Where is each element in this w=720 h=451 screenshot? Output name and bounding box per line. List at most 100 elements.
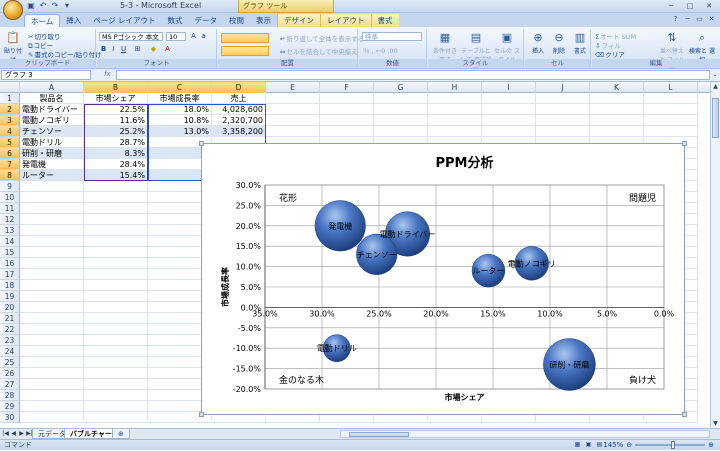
cell[interactable] bbox=[20, 401, 84, 412]
name-box[interactable]: グラフ 3 bbox=[1, 70, 91, 80]
column-header[interactable]: G bbox=[374, 82, 428, 93]
cell[interactable]: 3,358,200 bbox=[212, 126, 266, 137]
cell[interactable]: 10.8% bbox=[148, 115, 212, 126]
grow-font-icon[interactable]: A bbox=[189, 32, 198, 41]
row-header[interactable]: 11 bbox=[0, 203, 20, 214]
cell[interactable] bbox=[428, 93, 482, 104]
ribbon-minimize-icon[interactable]: ─ bbox=[683, 15, 692, 24]
cell[interactable] bbox=[84, 181, 148, 192]
column-header[interactable]: L bbox=[644, 82, 698, 93]
format-cells-button[interactable]: ▥ 書式 bbox=[569, 31, 591, 55]
cell[interactable] bbox=[84, 357, 148, 368]
column-header[interactable]: B bbox=[84, 82, 148, 93]
column-header[interactable]: A bbox=[20, 82, 84, 93]
cell[interactable] bbox=[266, 93, 320, 104]
cell[interactable] bbox=[536, 126, 590, 137]
cell[interactable]: 22.5% bbox=[84, 104, 148, 115]
horizontal-scrollbar[interactable] bbox=[340, 430, 710, 438]
cell[interactable]: 28.7% bbox=[84, 137, 148, 148]
cell[interactable] bbox=[590, 93, 644, 104]
cell[interactable] bbox=[20, 335, 84, 346]
cell[interactable] bbox=[320, 126, 374, 137]
row-header[interactable]: 10 bbox=[0, 192, 20, 203]
row-header[interactable]: 12 bbox=[0, 214, 20, 225]
cell[interactable]: 発電機 bbox=[20, 159, 84, 170]
cell[interactable]: 8.3% bbox=[84, 148, 148, 159]
cell[interactable] bbox=[590, 115, 644, 126]
cell[interactable]: 18.0% bbox=[148, 104, 212, 115]
column-header[interactable]: D bbox=[212, 82, 266, 93]
font-size-select[interactable]: 10 bbox=[166, 32, 186, 41]
scroll-down-icon[interactable]: ▼ bbox=[711, 419, 720, 428]
cell[interactable] bbox=[84, 335, 148, 346]
cell[interactable] bbox=[20, 214, 84, 225]
zoom-slider-knob[interactable] bbox=[671, 441, 676, 449]
cell[interactable] bbox=[84, 390, 148, 401]
row-header[interactable]: 16 bbox=[0, 258, 20, 269]
scroll-up-icon[interactable]: ▲ bbox=[711, 82, 720, 91]
row-header[interactable]: 17 bbox=[0, 269, 20, 280]
cell[interactable] bbox=[20, 225, 84, 236]
cell[interactable] bbox=[590, 126, 644, 137]
cell[interactable] bbox=[20, 247, 84, 258]
cell[interactable] bbox=[84, 401, 148, 412]
cell[interactable] bbox=[266, 104, 320, 115]
formula-input[interactable] bbox=[116, 70, 710, 80]
cell[interactable] bbox=[590, 104, 644, 115]
cell[interactable]: 15.4% bbox=[84, 170, 148, 181]
row-header[interactable]: 23 bbox=[0, 335, 20, 346]
cell[interactable] bbox=[84, 247, 148, 258]
cell[interactable] bbox=[20, 324, 84, 335]
cell[interactable] bbox=[20, 412, 84, 423]
align-horizontal-buttons[interactable] bbox=[221, 46, 269, 56]
cell[interactable]: 電動ノコギリ bbox=[20, 115, 84, 126]
prev-sheet-icon[interactable]: ◀ bbox=[10, 430, 17, 438]
row-header[interactable]: 29 bbox=[0, 401, 20, 412]
new-sheet-icon[interactable]: ⊕ bbox=[112, 429, 130, 439]
row-header[interactable]: 21 bbox=[0, 313, 20, 324]
underline-icon[interactable]: U bbox=[119, 45, 128, 54]
clear-button[interactable]: ⌫クリア bbox=[595, 49, 625, 59]
row-header[interactable]: 19 bbox=[0, 291, 20, 302]
row-header[interactable]: 14 bbox=[0, 236, 20, 247]
cell[interactable] bbox=[536, 104, 590, 115]
row-header[interactable]: 15 bbox=[0, 247, 20, 258]
cell[interactable]: 市場シェア bbox=[84, 93, 148, 104]
cell[interactable] bbox=[84, 368, 148, 379]
workbook-close-icon[interactable]: ✕ bbox=[707, 15, 716, 24]
column-header[interactable]: E bbox=[266, 82, 320, 93]
page-layout-view-icon[interactable]: ▣ bbox=[584, 441, 593, 449]
row-header[interactable]: 26 bbox=[0, 368, 20, 379]
cell[interactable] bbox=[84, 302, 148, 313]
cell[interactable] bbox=[428, 104, 482, 115]
cell[interactable] bbox=[20, 280, 84, 291]
cell[interactable] bbox=[482, 93, 536, 104]
cell[interactable] bbox=[20, 192, 84, 203]
qat-dropdown-icon[interactable]: ▾ bbox=[62, 1, 72, 11]
cell[interactable] bbox=[374, 104, 428, 115]
column-header[interactable]: J bbox=[536, 82, 590, 93]
tab-9[interactable]: 書式 bbox=[370, 14, 399, 27]
cell[interactable]: 電動ドリル bbox=[20, 137, 84, 148]
cell[interactable] bbox=[482, 115, 536, 126]
cell[interactable] bbox=[84, 412, 148, 423]
format-painter-button[interactable]: ✎書式のコピー/貼り付け bbox=[28, 49, 102, 59]
column-header[interactable]: F bbox=[320, 82, 374, 93]
cell[interactable] bbox=[374, 93, 428, 104]
border-icon[interactable]: ⊞ bbox=[133, 45, 142, 54]
row-header[interactable]: 3 bbox=[0, 115, 20, 126]
cell[interactable] bbox=[84, 203, 148, 214]
cell[interactable] bbox=[428, 115, 482, 126]
row-header[interactable]: 13 bbox=[0, 225, 20, 236]
tab-4[interactable]: データ bbox=[189, 14, 224, 27]
bold-icon[interactable]: B bbox=[99, 45, 108, 54]
tab-8[interactable]: レイアウト bbox=[320, 14, 371, 27]
fx-icon[interactable]: fx bbox=[104, 70, 111, 78]
row-header[interactable]: 4 bbox=[0, 126, 20, 137]
help-icon[interactable]: ? bbox=[671, 15, 680, 24]
minimize-icon[interactable]: ─ bbox=[662, 1, 680, 11]
cell[interactable] bbox=[84, 346, 148, 357]
cell[interactable] bbox=[644, 104, 698, 115]
row-header[interactable]: 5 bbox=[0, 137, 20, 148]
cell[interactable]: 研削・研磨 bbox=[20, 148, 84, 159]
